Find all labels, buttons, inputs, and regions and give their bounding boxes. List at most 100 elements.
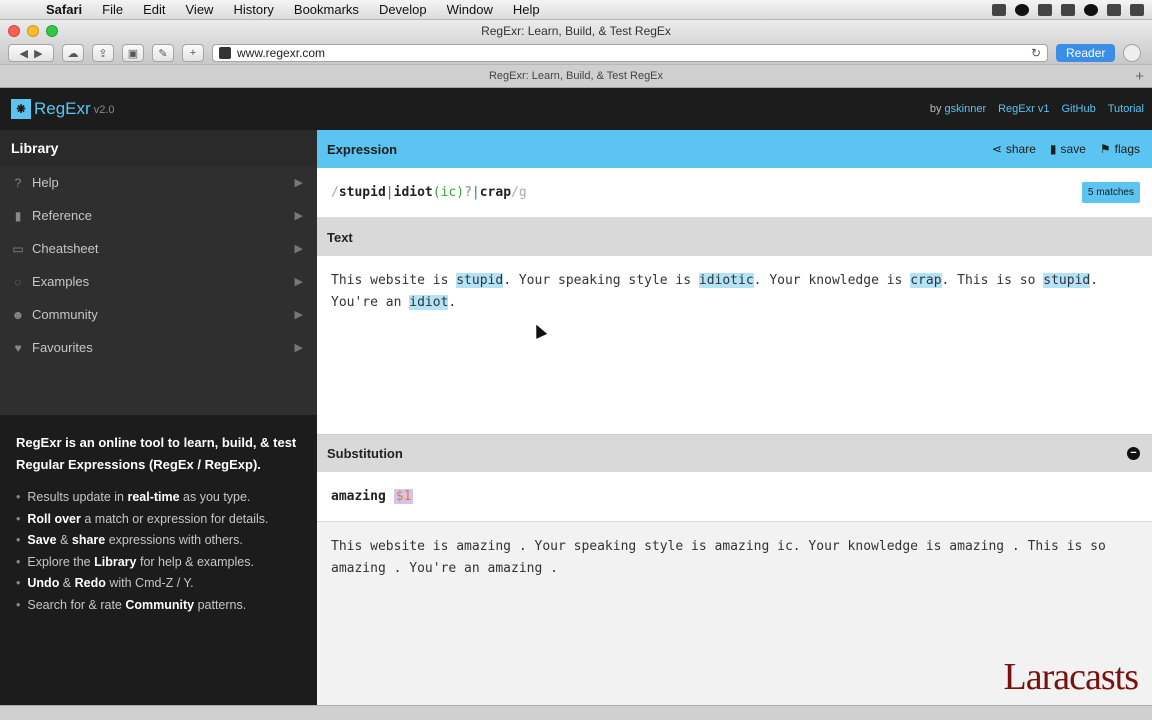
menu-develop[interactable]: Develop	[369, 2, 437, 17]
back-arrow-icon[interactable]: ◀	[19, 47, 27, 60]
library-sidebar: Library ? Help ▶ ▮ Reference ▶ ▭ Cheatsh…	[0, 130, 317, 705]
text-input[interactable]: This website is stupid. Your speaking st…	[317, 256, 1152, 434]
url-text: www.regexr.com	[237, 46, 326, 60]
menu-help[interactable]: Help	[503, 2, 550, 17]
record-icon[interactable]	[1015, 3, 1029, 16]
menu-history[interactable]: History	[223, 2, 283, 17]
tab-bar: RegExr: Learn, Build, & Test RegEx +	[0, 64, 1152, 88]
tip-item: Results update in real-time as you type.	[16, 487, 301, 509]
menu-view[interactable]: View	[176, 2, 224, 17]
text-segment: . This is so	[941, 273, 1044, 288]
chevron-right-icon: ▶	[294, 210, 303, 222]
share-action[interactable]: ⋖ share	[992, 142, 1036, 156]
forward-arrow-icon[interactable]: ▶	[34, 47, 42, 60]
back-forward-buttons[interactable]: ◀ ▶	[8, 44, 54, 62]
notification-icon[interactable]	[992, 3, 1006, 16]
flags-action[interactable]: ⚑ flags	[1100, 142, 1140, 156]
mac-menu-bar: Safari File Edit View History Bookmarks …	[0, 0, 1152, 20]
lock-button[interactable]: ▣	[122, 44, 144, 62]
book-icon: ▮	[14, 208, 22, 223]
substitution-input[interactable]: amazing $1	[317, 472, 1152, 522]
reload-icon[interactable]: ↻	[1031, 46, 1041, 60]
tools-button[interactable]: ✎	[152, 44, 174, 62]
text-segment: .	[448, 295, 457, 310]
text-segment: . Your knowledge is	[753, 273, 911, 288]
downloads-icon[interactable]	[1123, 44, 1142, 62]
status-bar	[0, 705, 1152, 720]
library-heading: Library	[0, 130, 317, 166]
expression-heading: Expression	[327, 141, 398, 157]
share-button[interactable]: ⇪	[92, 44, 114, 62]
sidebar-item-favourites[interactable]: ♥ Favourites ▶	[0, 331, 317, 364]
zoom-window-icon[interactable]	[46, 25, 58, 37]
forward-icon[interactable]	[1061, 3, 1075, 16]
tab-active[interactable]: RegExr: Learn, Build, & Test RegEx	[489, 70, 663, 82]
page: ⁕ RegExr v2.0 by gskinner RegExr v1 GitH…	[0, 88, 1152, 705]
nav-link-github[interactable]: GitHub	[1061, 103, 1095, 115]
minimize-window-icon[interactable]	[27, 25, 39, 37]
add-bookmark-button[interactable]: +	[182, 44, 204, 62]
chevron-right-icon: ▶	[294, 276, 303, 288]
substitution-variable: $1	[393, 489, 414, 504]
regexr-logo[interactable]: ⁕ RegExr v2.0	[11, 99, 114, 119]
tip-item: Explore the Library for help & examples.	[16, 552, 301, 574]
intro-panel: RegExr is an online tool to learn, build…	[0, 415, 317, 705]
regex-match[interactable]: idiot	[409, 295, 449, 310]
chevron-right-icon: ▶	[294, 342, 303, 354]
tool-icon[interactable]	[1084, 3, 1098, 16]
chevron-right-icon: ▶	[294, 309, 303, 321]
battery-icon[interactable]	[1130, 3, 1144, 16]
substitution-result: This website is amazing . Your speaking …	[331, 539, 1106, 576]
substitution-heading: Substitution	[327, 446, 403, 461]
laracasts-watermark: Laracasts	[1003, 656, 1139, 698]
chevron-right-icon: ▶	[294, 243, 303, 255]
new-tab-icon[interactable]: +	[1135, 68, 1144, 85]
window-icon[interactable]	[1038, 3, 1052, 16]
expression-header: Expression ⋖ share ▮ save ⚑ flags	[317, 130, 1152, 168]
nav-link-regexr-v1[interactable]: RegExr v1	[998, 103, 1049, 115]
address-bar[interactable]: www.regexr.com ↻	[212, 44, 1048, 62]
plus-icon: +	[189, 47, 197, 59]
nav-link-tutorial[interactable]: Tutorial	[1108, 103, 1144, 115]
collapse-icon[interactable]: −	[1127, 447, 1140, 460]
site-header: ⁕ RegExr v2.0 by gskinner RegExr v1 GitH…	[0, 88, 1152, 130]
window-title: RegExr: Learn, Build, & Test RegEx	[481, 24, 671, 38]
share-icon: ⇪	[98, 47, 108, 60]
text-segment: This website is	[331, 273, 457, 288]
lightbulb-icon: ◌	[14, 274, 22, 289]
sidebar-item-examples[interactable]: ◌ Examples ▶	[0, 265, 317, 298]
sidebar-item-cheatsheet[interactable]: ▭ Cheatsheet ▶	[0, 232, 317, 265]
tip-item: Undo & Redo with Cmd-Z / Y.	[16, 573, 301, 595]
regex-match[interactable]: stupid	[1043, 273, 1091, 288]
more-icon[interactable]	[1107, 3, 1121, 16]
wrench-icon: ✎	[158, 47, 168, 60]
share-icon: ⋖	[991, 142, 1002, 156]
menu-bookmarks[interactable]: Bookmarks	[284, 2, 369, 17]
help-icon: ?	[14, 175, 22, 190]
logo-mark-icon: ⁕	[11, 99, 31, 119]
sidebar-item-label: Community	[32, 307, 98, 322]
regex-match[interactable]: crap	[910, 273, 942, 288]
reader-button[interactable]: Reader	[1056, 44, 1116, 62]
sidebar-item-help[interactable]: ? Help ▶	[0, 166, 317, 199]
expression-input[interactable]: / stupid | idiot (ic)? | crap / g 5 matches	[317, 168, 1152, 218]
icloud-tabs-button[interactable]: ☁	[62, 44, 84, 62]
menu-window[interactable]: Window	[437, 2, 503, 17]
close-window-icon[interactable]	[8, 25, 20, 37]
main-panel: Expression ⋖ share ▮ save ⚑ flags / stupid | i…	[317, 130, 1152, 705]
tip-item: Roll over a match or expression for deta…	[16, 509, 301, 531]
save-action[interactable]: ▮ save	[1050, 142, 1086, 156]
author-link[interactable]: gskinner	[945, 103, 987, 115]
library-list: ? Help ▶ ▮ Reference ▶ ▭ Cheatsheet ▶ ◌ …	[0, 166, 317, 364]
expression-actions: ⋖ share ▮ save ⚑ flags	[992, 142, 1152, 156]
sidebar-item-community[interactable]: ☻ Community ▶	[0, 298, 317, 331]
logo-text: RegExr	[34, 99, 91, 118]
menu-safari[interactable]: Safari	[40, 2, 92, 17]
regex-match[interactable]: idiotic	[698, 273, 754, 288]
menu-file[interactable]: File	[92, 2, 133, 17]
regex-match[interactable]: stupid	[456, 273, 504, 288]
author-prefix: by	[929, 103, 942, 115]
menu-edit[interactable]: Edit	[133, 2, 175, 17]
lock-icon: ▣	[127, 47, 139, 60]
sidebar-item-reference[interactable]: ▮ Reference ▶	[0, 199, 317, 232]
